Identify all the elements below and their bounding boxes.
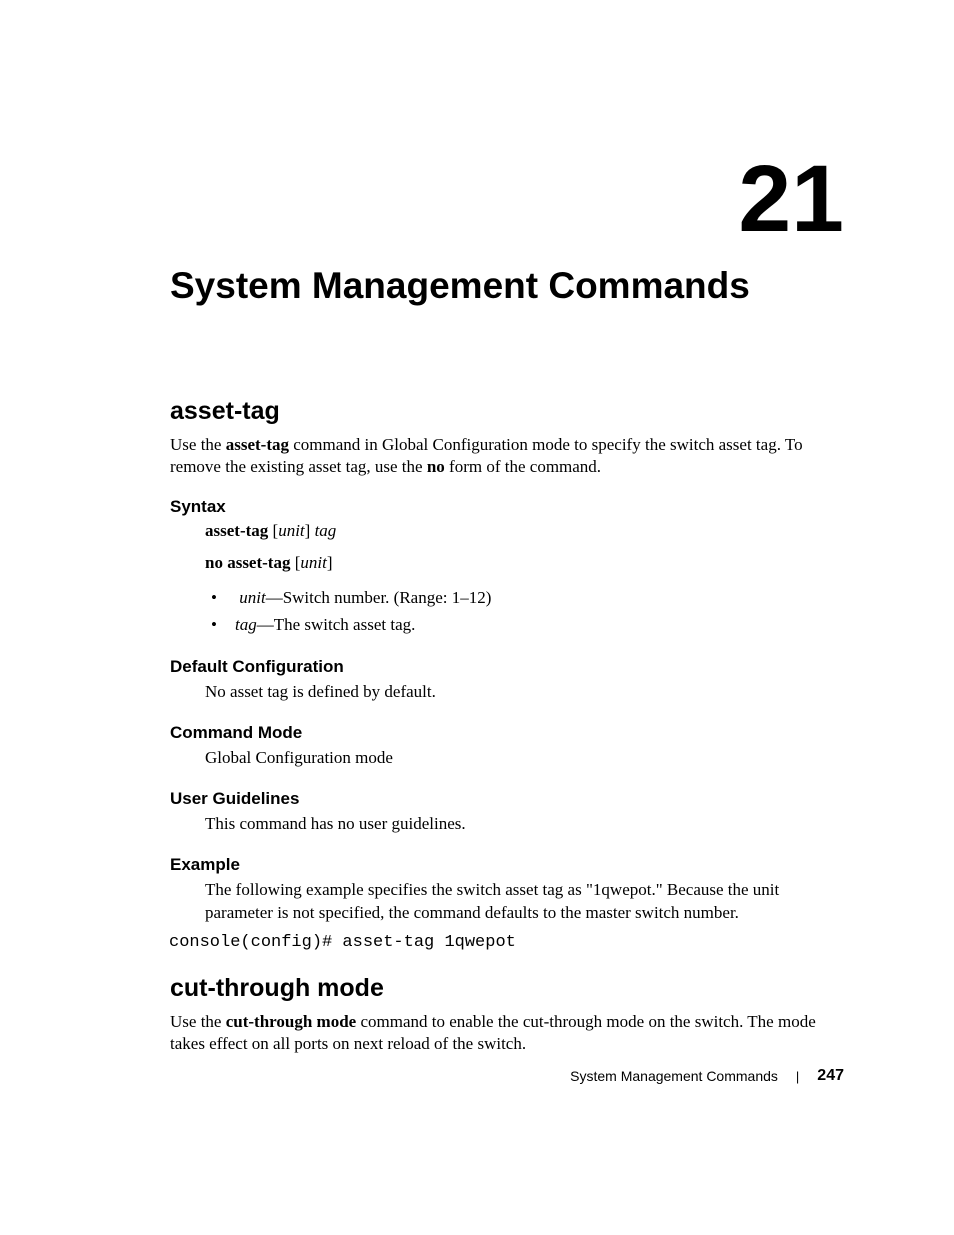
example-body: The following example specifies the swit… bbox=[205, 879, 849, 925]
default-config-block: Default Configuration No asset tag is de… bbox=[170, 657, 849, 704]
section-heading-asset-tag: asset-tag bbox=[170, 397, 849, 426]
footer-divider: | bbox=[796, 1069, 799, 1084]
default-config-body: No asset tag is defined by default. bbox=[205, 681, 849, 704]
user-guidelines-body: This command has no user guidelines. bbox=[205, 813, 849, 836]
example-code: console(config)# asset-tag 1qwepot bbox=[169, 933, 849, 952]
example-heading: Example bbox=[170, 855, 849, 875]
chapter-number: 21 bbox=[738, 152, 844, 247]
example-block: Example The following example specifies … bbox=[170, 855, 849, 952]
user-guidelines-block: User Guidelines This command has no user… bbox=[170, 789, 849, 836]
syntax-block: Syntax asset-tag [unit] tag no asset-tag… bbox=[170, 497, 849, 638]
command-mode-body: Global Configuration mode bbox=[205, 747, 849, 770]
chapter-title: System Management Commands bbox=[170, 265, 849, 307]
command-mode-heading: Command Mode bbox=[170, 723, 849, 743]
syntax-line-1: asset-tag [unit] tag bbox=[205, 521, 849, 541]
section-heading-cut-through-mode: cut-through mode bbox=[170, 974, 849, 1003]
syntax-params-list: unit—Switch number. (Range: 1–12) tag—Th… bbox=[205, 585, 849, 638]
footer-page-number: 247 bbox=[817, 1067, 844, 1085]
command-mode-block: Command Mode Global Configuration mode bbox=[170, 723, 849, 770]
syntax-heading: Syntax bbox=[170, 497, 849, 517]
page-footer: System Management Commands | 247 bbox=[570, 1067, 844, 1085]
syntax-param-unit: unit—Switch number. (Range: 1–12) bbox=[205, 585, 849, 611]
default-config-heading: Default Configuration bbox=[170, 657, 849, 677]
syntax-param-tag: tag—The switch asset tag. bbox=[205, 612, 849, 638]
user-guidelines-heading: User Guidelines bbox=[170, 789, 849, 809]
cut-through-intro: Use the cut-through mode command to enab… bbox=[170, 1011, 849, 1055]
syntax-line-2: no asset-tag [unit] bbox=[205, 553, 849, 573]
page-container: 21 System Management Commands asset-tag … bbox=[0, 0, 954, 1235]
asset-tag-intro: Use the asset-tag command in Global Conf… bbox=[170, 434, 849, 478]
footer-section-name: System Management Commands bbox=[570, 1068, 778, 1084]
